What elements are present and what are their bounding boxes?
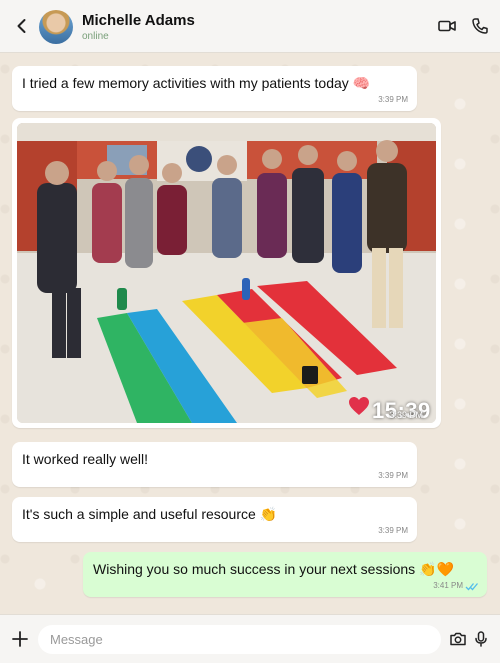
photo-image[interactable]: 15:39 3:39 PM bbox=[17, 123, 436, 423]
phone-icon[interactable] bbox=[470, 16, 490, 36]
message-time: 3:39 PM bbox=[389, 410, 423, 420]
message-list[interactable]: I tried a few memory activities with my … bbox=[0, 54, 500, 614]
composer-bar bbox=[0, 614, 500, 663]
plus-icon[interactable] bbox=[11, 630, 29, 648]
message-input[interactable] bbox=[38, 625, 441, 654]
video-camera-icon[interactable] bbox=[437, 16, 457, 36]
contact-status: online bbox=[82, 31, 109, 42]
heart-logo-icon bbox=[349, 397, 369, 415]
message-time: 3:39 PM bbox=[378, 471, 408, 480]
message-bubble-incoming[interactable]: It worked really well! 3:39 PM bbox=[12, 442, 417, 487]
message-text: It worked really well! bbox=[22, 451, 149, 467]
photo-message[interactable]: 15:39 3:39 PM bbox=[12, 118, 441, 428]
message-bubble-outgoing[interactable]: Wishing you so much success in your next… bbox=[83, 552, 487, 597]
message-bubble-incoming[interactable]: It's such a simple and useful resource 👏… bbox=[12, 497, 417, 542]
read-receipt-icon bbox=[465, 583, 478, 591]
message-bubble-incoming[interactable]: I tried a few memory activities with my … bbox=[12, 66, 417, 111]
chat-header: Michelle Adams online bbox=[0, 0, 500, 53]
message-text: It's such a simple and useful resource 👏 bbox=[22, 506, 278, 522]
message-text: I tried a few memory activities with my … bbox=[22, 75, 371, 91]
chevron-left-icon[interactable] bbox=[12, 16, 32, 36]
message-time: 3:39 PM bbox=[378, 526, 408, 535]
message-time: 3:39 PM bbox=[378, 95, 408, 104]
message-time: 3:41 PM bbox=[433, 581, 463, 590]
camera-icon[interactable] bbox=[449, 630, 467, 648]
group-activity-photo bbox=[17, 123, 436, 423]
avatar[interactable] bbox=[39, 10, 73, 44]
contact-name[interactable]: Michelle Adams bbox=[82, 12, 195, 29]
message-text: Wishing you so much success in your next… bbox=[93, 561, 454, 577]
microphone-icon[interactable] bbox=[472, 630, 490, 648]
